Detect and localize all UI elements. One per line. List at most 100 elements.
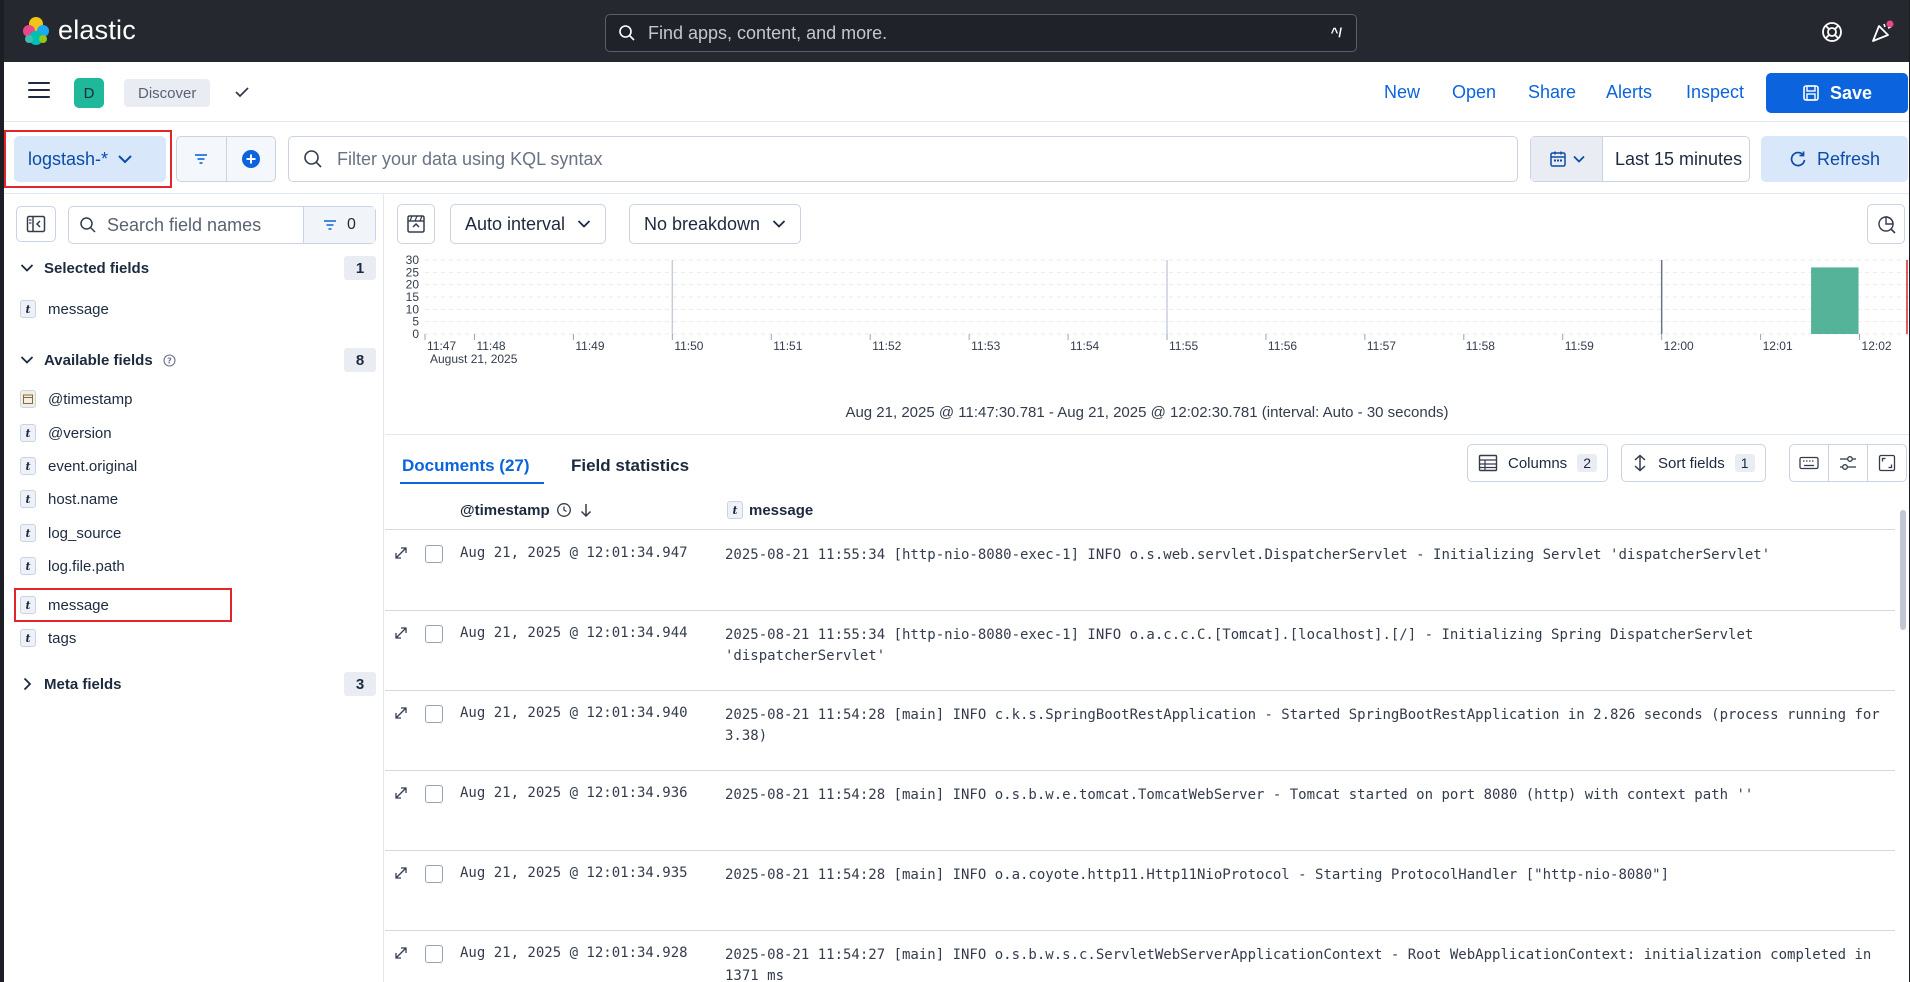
refresh-icon bbox=[1790, 151, 1806, 167]
row-timestamp: Aug 21, 2025 @ 12:01:34.944 bbox=[460, 625, 688, 641]
field-search-input[interactable]: Search field names 0 bbox=[68, 206, 376, 244]
field-item-log-source[interactable]: t log_source bbox=[20, 518, 121, 548]
help-icon[interactable] bbox=[1820, 20, 1844, 44]
share-link[interactable]: Share bbox=[1528, 82, 1576, 103]
columns-button[interactable]: Columns 2 bbox=[1467, 444, 1608, 482]
grid-scrollbar[interactable] bbox=[1899, 506, 1907, 982]
visualize-icon bbox=[1878, 216, 1896, 234]
elastic-logo-icon bbox=[23, 16, 49, 45]
menu-toggle-icon[interactable] bbox=[28, 82, 50, 100]
time-range-label[interactable]: Last 15 minutes bbox=[1615, 149, 1742, 170]
global-search-placeholder: Find apps, content, and more. bbox=[648, 22, 888, 43]
interval-select[interactable]: Auto interval bbox=[450, 204, 607, 244]
expand-icon[interactable] bbox=[393, 625, 409, 641]
alerts-link[interactable]: Alerts bbox=[1606, 82, 1652, 103]
tab-documents[interactable]: Documents (27) bbox=[402, 456, 530, 476]
expand-icon[interactable] bbox=[393, 785, 409, 801]
available-fields-count: 8 bbox=[344, 348, 376, 372]
row-checkbox[interactable] bbox=[425, 705, 443, 723]
field-item-log-file-path[interactable]: t log.file.path bbox=[20, 551, 125, 581]
new-link[interactable]: New bbox=[1384, 82, 1420, 103]
inspect-link[interactable]: Inspect bbox=[1686, 82, 1744, 103]
brand-name: elastic bbox=[58, 15, 136, 45]
y-tick-label: 10 bbox=[406, 302, 420, 316]
space-avatar[interactable]: D bbox=[74, 78, 104, 108]
string-type-icon: t bbox=[20, 629, 36, 647]
string-type-icon: t bbox=[20, 300, 36, 318]
query-menu-button[interactable] bbox=[177, 137, 226, 181]
add-filter-button[interactable] bbox=[225, 137, 275, 181]
y-tick-label: 20 bbox=[406, 278, 420, 292]
expand-icon[interactable] bbox=[393, 865, 409, 881]
x-tick-label: 11:52 bbox=[872, 339, 901, 353]
row-checkbox[interactable] bbox=[425, 785, 443, 803]
field-item-event-original[interactable]: t event.original bbox=[20, 451, 137, 481]
breadcrumb-discover[interactable]: Discover bbox=[124, 79, 211, 107]
date-picker[interactable]: Last 15 minutes bbox=[1530, 136, 1750, 182]
table-row: Aug 21, 2025 @ 12:01:34.928 2025-08-21 1… bbox=[385, 931, 1895, 982]
chart-options-button[interactable] bbox=[1867, 204, 1905, 244]
available-fields-title: Available fields bbox=[44, 351, 153, 369]
info-icon[interactable]: ? bbox=[163, 353, 176, 367]
row-timestamp: Aug 21, 2025 @ 12:01:34.940 bbox=[460, 705, 688, 721]
breakdown-select[interactable]: No breakdown bbox=[629, 204, 802, 244]
filter-actions bbox=[176, 136, 276, 182]
open-link[interactable]: Open bbox=[1452, 82, 1496, 103]
selected-fields-toggle[interactable]: Selected fields 1 bbox=[20, 254, 376, 282]
expand-icon[interactable] bbox=[393, 945, 409, 961]
expand-icon[interactable] bbox=[393, 545, 409, 561]
sidebar-collapse-icon bbox=[26, 215, 46, 233]
display-settings-button[interactable] bbox=[1828, 445, 1867, 481]
check-icon[interactable] bbox=[232, 82, 252, 102]
column-header-message[interactable]: t message bbox=[727, 490, 813, 530]
save-label: Save bbox=[1829, 82, 1873, 103]
toggle-histogram-button[interactable] bbox=[397, 204, 435, 244]
quick-select-button[interactable] bbox=[1531, 137, 1603, 181]
x-tick-label: 11:57 bbox=[1367, 339, 1396, 353]
expand-icon[interactable] bbox=[393, 705, 409, 721]
row-checkbox[interactable] bbox=[425, 865, 443, 883]
field-item-version[interactable]: t @version bbox=[20, 418, 112, 448]
search-icon bbox=[619, 25, 635, 41]
chevron-down-icon bbox=[118, 155, 132, 164]
chevron-down-icon bbox=[772, 220, 786, 228]
row-checkbox[interactable] bbox=[425, 945, 443, 963]
collapse-sidebar-button[interactable] bbox=[16, 206, 56, 242]
column-header-timestamp[interactable]: @timestamp bbox=[460, 490, 594, 530]
table-row: Aug 21, 2025 @ 12:01:34.935 2025-08-21 1… bbox=[385, 851, 1895, 931]
field-type-filter-button[interactable]: 0 bbox=[303, 207, 375, 243]
meta-fields-toggle[interactable]: Meta fields 3 bbox=[20, 670, 376, 698]
data-view-picker[interactable]: logstash-* bbox=[14, 136, 166, 182]
row-checkbox[interactable] bbox=[425, 545, 443, 563]
x-axis-date-label: August 21, 2025 bbox=[430, 352, 518, 366]
field-item-timestamp[interactable]: @timestamp bbox=[20, 384, 132, 414]
kql-query-input[interactable]: Filter your data using KQL syntax bbox=[288, 136, 1518, 182]
scrollbar-thumb[interactable] bbox=[1900, 510, 1906, 630]
selected-field-message[interactable]: t message bbox=[20, 294, 109, 324]
discover-app: elastic Find apps, content, and more. ^/ bbox=[0, 0, 1910, 982]
query-bar: logstash-* Filter your data using KQL sy… bbox=[4, 122, 1909, 194]
elastic-logo[interactable]: elastic bbox=[22, 15, 136, 46]
histogram-chart[interactable]: 051015202530 11:47 11:48 11:49 11:50 11:51 11:… bbox=[385, 252, 1909, 377]
refresh-button[interactable]: Refresh bbox=[1761, 136, 1908, 182]
field-item-tags[interactable]: t tags bbox=[20, 623, 76, 653]
tab-field-statistics[interactable]: Field statistics bbox=[571, 456, 689, 476]
available-fields-toggle[interactable]: Available fields ? 8 bbox=[20, 346, 376, 374]
sort-icon bbox=[1634, 454, 1646, 472]
y-tick-label: 5 bbox=[412, 315, 419, 329]
news-feed-icon[interactable] bbox=[1870, 20, 1894, 44]
fullscreen-button[interactable] bbox=[1867, 445, 1906, 481]
string-type-icon: t bbox=[20, 557, 36, 575]
meta-fields-title: Meta fields bbox=[44, 675, 122, 693]
sliders-icon bbox=[1840, 456, 1856, 470]
save-button[interactable]: Save bbox=[1766, 73, 1908, 113]
sort-descending-icon[interactable] bbox=[578, 502, 594, 518]
keyboard-shortcuts-button[interactable] bbox=[1790, 445, 1828, 481]
sort-fields-button[interactable]: Sort fields 1 bbox=[1621, 444, 1766, 482]
data-view-label: logstash-* bbox=[28, 148, 109, 169]
field-name: tags bbox=[48, 629, 77, 647]
sort-fields-label: Sort fields bbox=[1658, 454, 1725, 472]
global-search-input[interactable]: Find apps, content, and more. ^/ bbox=[605, 14, 1357, 52]
field-item-host-name[interactable]: t host.name bbox=[20, 484, 118, 514]
row-checkbox[interactable] bbox=[425, 625, 443, 643]
